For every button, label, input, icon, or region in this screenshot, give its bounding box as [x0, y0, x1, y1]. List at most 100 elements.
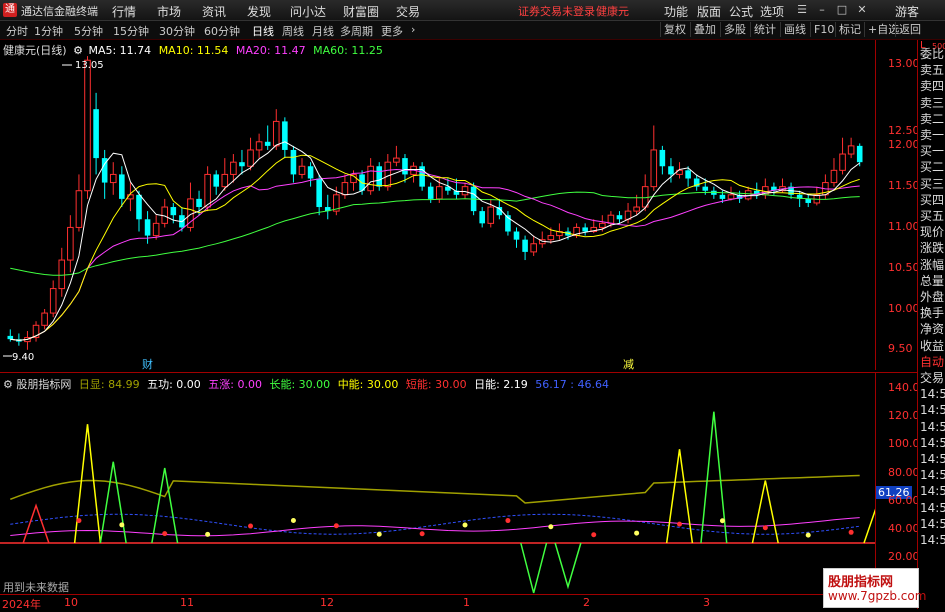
candle-body — [75, 190, 83, 228]
period-weekly[interactable]: 周线 — [282, 23, 304, 39]
settings-icon[interactable]: ⚙ — [73, 44, 83, 57]
quote-field[interactable]: 14:56 — [920, 421, 945, 433]
date-label: 12 — [320, 596, 334, 609]
quote-field[interactable]: 14:56 — [920, 453, 945, 465]
quote-field[interactable]: 14:56 — [920, 518, 945, 530]
candlestick-chart[interactable]: 13.05 9.40 财 减 — [0, 40, 875, 370]
candle-body — [547, 235, 555, 241]
candle-body — [607, 214, 615, 224]
ind-rixian: 日显: 84.99 — [78, 378, 140, 391]
candle-body — [384, 161, 392, 188]
menu-hangqing[interactable]: 行情 — [112, 3, 136, 20]
menu-gongshi[interactable]: 公式 — [729, 3, 753, 20]
indicator-spike — [700, 411, 728, 544]
minimize-icon[interactable]: – — [814, 2, 830, 17]
menu-shichang[interactable]: 市场 — [157, 3, 181, 20]
period-30min[interactable]: 30分钟 — [159, 23, 195, 39]
price-legend: 健康元(日线) ⚙ MA5: 11.74 MA10: 11.54 MA20: 1… — [3, 42, 383, 58]
date-label: 10 — [64, 596, 78, 609]
ma10-line — [10, 154, 860, 341]
quote-field[interactable]: 14:56 — [920, 502, 945, 514]
quote-field[interactable]: 14:56 — [920, 437, 945, 449]
indicator-name: 股朋指标网 — [16, 378, 72, 391]
candle-body — [58, 259, 66, 290]
indicator-dot — [290, 518, 296, 524]
login-warning[interactable]: 证券交易未登录 — [518, 3, 595, 19]
menu-caifuquan[interactable]: 财富圈 — [343, 3, 379, 20]
menu-faxian[interactable]: 发现 — [247, 3, 271, 20]
indicator-chart[interactable]: 用到未来数据 — [0, 372, 875, 595]
quote-field[interactable]: 14:56 — [920, 404, 945, 416]
candle-body — [196, 198, 202, 208]
btn-duogu[interactable]: 多股 — [720, 22, 749, 37]
app-logo-icon: 通 — [3, 3, 17, 17]
period-fenshi[interactable]: 分时 — [6, 23, 28, 39]
quote-field: 买三 — [920, 176, 945, 191]
period-1min[interactable]: 1分钟 — [34, 23, 63, 39]
candle-body — [461, 186, 469, 196]
quote-field[interactable]: 14:56 — [920, 388, 945, 400]
menu-banmian[interactable]: 版面 — [697, 3, 721, 20]
ind-tick: 80.00 — [888, 466, 920, 479]
candle-body — [719, 194, 726, 199]
menu-list-icon[interactable]: ☰ — [794, 2, 810, 17]
candle-body — [659, 149, 666, 167]
date-label: 11 — [180, 596, 194, 609]
chevron-right-icon[interactable]: › — [411, 23, 415, 36]
period-more[interactable]: 更多 — [381, 23, 403, 39]
indicator-spike — [554, 542, 582, 590]
indicator-settings-icon[interactable]: ⚙ — [3, 378, 13, 391]
quote-field[interactable]: 14:56 — [920, 469, 945, 481]
indicator-dot — [677, 521, 683, 527]
period-15min[interactable]: 15分钟 — [113, 23, 149, 39]
btn-biaoji[interactable]: 标记 — [835, 22, 864, 37]
ma60-legend: MA60: 11.25 — [313, 44, 383, 57]
date-label: 1 — [463, 596, 470, 609]
menu-gongneng[interactable]: 功能 — [664, 3, 688, 20]
btn-back[interactable]: 返回 — [895, 22, 924, 37]
indicator-dot — [76, 518, 82, 524]
menu-zixun[interactable]: 资讯 — [202, 3, 226, 20]
ind-tick: 60.00 — [888, 494, 920, 507]
period-monthly[interactable]: 月线 — [312, 23, 334, 39]
btn-f10[interactable]: F10 — [810, 22, 837, 37]
btn-fuquan[interactable]: 复权 — [660, 22, 689, 37]
candle-body — [298, 165, 306, 175]
period-60min[interactable]: 60分钟 — [204, 23, 240, 39]
close-icon[interactable]: ✕ — [854, 2, 870, 17]
quote-field[interactable]: 自动 — [920, 356, 944, 368]
candle-body — [84, 59, 91, 192]
period-5min[interactable]: 5分钟 — [74, 23, 103, 39]
indicator-dot — [248, 523, 254, 529]
candle-body — [239, 162, 245, 167]
candle-body — [204, 173, 211, 208]
date-axis: 2024年 10 11 12 1 2 3 — [0, 594, 917, 611]
quote-field[interactable]: 交易 — [920, 372, 944, 384]
quote-field: 卖五 — [920, 63, 945, 78]
quote-field[interactable]: 14:56 — [920, 485, 945, 497]
maximize-icon[interactable]: □ — [834, 2, 850, 17]
quote-field: 委比 — [920, 47, 945, 61]
guest-login[interactable]: 游客 — [895, 3, 919, 20]
period-daily[interactable]: 日线 — [252, 23, 274, 39]
ma20-legend: MA20: 11.47 — [235, 44, 306, 57]
candle-body — [393, 157, 400, 163]
btn-tongji[interactable]: 统计 — [750, 22, 779, 37]
menu-xuanxiang[interactable]: 选项 — [760, 3, 784, 20]
candle-body — [633, 206, 640, 212]
quote-field: 外盘 — [920, 290, 945, 304]
marker-cai: 财 — [142, 357, 153, 370]
quote-field: 卖一 — [920, 128, 945, 142]
candle-body — [7, 335, 14, 340]
period-multi[interactable]: 多周期 — [340, 23, 373, 39]
ind-tick: 40.00 — [888, 522, 920, 535]
indicator-dot — [462, 522, 468, 528]
candle-body — [264, 141, 271, 146]
menu-jiaoyi[interactable]: 交易 — [396, 3, 420, 20]
btn-huaxian[interactable]: 画线 — [780, 22, 809, 37]
quote-field: 净资 — [920, 322, 945, 337]
low-price-label: 9.40 — [12, 352, 34, 363]
btn-diejia[interactable]: 叠加 — [690, 22, 719, 37]
quote-field[interactable]: 14:56 — [920, 534, 945, 546]
menu-wenxiaoda[interactable]: 问小达 — [290, 3, 326, 20]
